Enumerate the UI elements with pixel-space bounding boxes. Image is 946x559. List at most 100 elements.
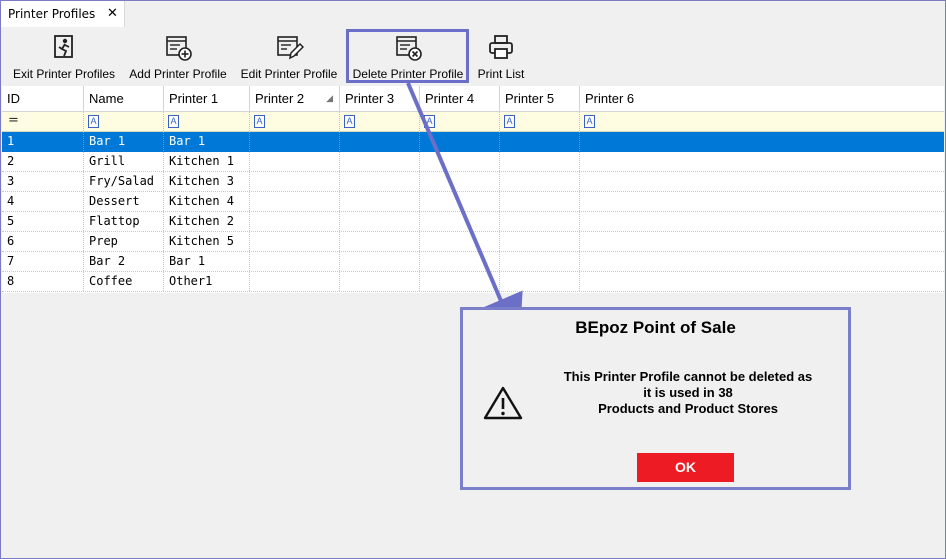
ok-button[interactable]: OK	[637, 453, 734, 482]
cell-printer-5[interactable]	[500, 132, 580, 151]
cell-name[interactable]: Flattop	[84, 212, 164, 231]
cell-printer-4[interactable]	[420, 192, 500, 211]
cell-printer-3[interactable]	[340, 232, 420, 251]
filter-cell-printer-5[interactable]: A	[500, 112, 580, 131]
text-filter-icon: A	[584, 115, 595, 128]
cell-printer-5[interactable]	[500, 212, 580, 231]
cell-printer-4[interactable]	[420, 272, 500, 291]
cell-name[interactable]: Bar 1	[84, 132, 164, 151]
cell-printer-5[interactable]	[500, 272, 580, 291]
filter-cell-printer-4[interactable]: A	[420, 112, 500, 131]
cell-id[interactable]: 3	[2, 172, 84, 191]
cell-id[interactable]: 5	[2, 212, 84, 231]
cell-name[interactable]: Bar 2	[84, 252, 164, 271]
cell-printer-3[interactable]	[340, 132, 420, 151]
cell-id[interactable]: 4	[2, 192, 84, 211]
cell-printer-5[interactable]	[500, 252, 580, 271]
cell-printer-6[interactable]	[580, 152, 944, 171]
close-icon[interactable]: ✕	[107, 6, 118, 21]
cell-printer-3[interactable]	[340, 212, 420, 231]
cell-name[interactable]: Coffee	[84, 272, 164, 291]
cell-printer-6[interactable]	[580, 232, 944, 251]
cell-name[interactable]: Grill	[84, 152, 164, 171]
cell-printer-2[interactable]	[250, 272, 340, 291]
cell-printer-2[interactable]	[250, 212, 340, 231]
cell-printer-2[interactable]	[250, 172, 340, 191]
filter-cell-printer-3[interactable]: A	[340, 112, 420, 131]
cell-printer-5[interactable]	[500, 152, 580, 171]
tab-printer-profiles[interactable]: Printer Profiles ✕	[1, 1, 125, 27]
equals-filter-icon: =	[8, 113, 19, 128]
cell-printer-5[interactable]	[500, 172, 580, 191]
filter-cell-printer-2[interactable]: A	[250, 112, 340, 131]
cell-printer-6[interactable]	[580, 132, 944, 151]
cell-printer-1[interactable]: Bar 1	[164, 132, 250, 151]
cell-printer-1[interactable]: Kitchen 1	[164, 152, 250, 171]
cell-printer-5[interactable]	[500, 232, 580, 251]
cell-printer-3[interactable]	[340, 192, 420, 211]
column-header-printer-6[interactable]: Printer 6	[580, 86, 944, 111]
cell-printer-2[interactable]	[250, 252, 340, 271]
table-row[interactable]: 4 Dessert Kitchen 4	[2, 192, 944, 212]
table-row[interactable]: 7 Bar 2 Bar 1	[2, 252, 944, 272]
cell-printer-2[interactable]	[250, 152, 340, 171]
table-row[interactable]: 5 Flattop Kitchen 2	[2, 212, 944, 232]
cell-printer-5[interactable]	[500, 192, 580, 211]
cell-printer-2[interactable]	[250, 232, 340, 251]
cell-id[interactable]: 6	[2, 232, 84, 251]
cell-printer-2[interactable]	[250, 192, 340, 211]
exit-icon	[54, 35, 73, 58]
cell-printer-6[interactable]	[580, 272, 944, 291]
cell-printer-4[interactable]	[420, 132, 500, 151]
table-row[interactable]: 1 Bar 1 Bar 1	[2, 132, 944, 152]
cell-printer-6[interactable]	[580, 212, 944, 231]
cell-printer-4[interactable]	[420, 152, 500, 171]
column-header-printer-3[interactable]: Printer 3	[340, 86, 420, 111]
cell-printer-1[interactable]: Other1	[164, 272, 250, 291]
cell-printer-6[interactable]	[580, 172, 944, 191]
filter-cell-id[interactable]: =	[2, 112, 84, 131]
add-printer-profile-button[interactable]: Add Printer Profile	[126, 28, 230, 83]
cell-printer-1[interactable]: Kitchen 4	[164, 192, 250, 211]
cell-name[interactable]: Dessert	[84, 192, 164, 211]
table-row[interactable]: 2 Grill Kitchen 1	[2, 152, 944, 172]
cell-printer-6[interactable]	[580, 192, 944, 211]
column-header-label: Printer 6	[585, 91, 635, 106]
cell-id[interactable]: 2	[2, 152, 84, 171]
cell-printer-4[interactable]	[420, 252, 500, 271]
cell-id[interactable]: 7	[2, 252, 84, 271]
exit-printer-profiles-button[interactable]: Exit Printer Profiles	[7, 28, 121, 83]
cell-printer-1[interactable]: Bar 1	[164, 252, 250, 271]
print-list-button[interactable]: Print List	[474, 28, 528, 83]
cell-id[interactable]: 8	[2, 272, 84, 291]
column-header-printer-4[interactable]: Printer 4	[420, 86, 500, 111]
cell-printer-1[interactable]: Kitchen 2	[164, 212, 250, 231]
cell-printer-1[interactable]: Kitchen 3	[164, 172, 250, 191]
column-header-label: Printer 3	[345, 91, 395, 106]
table-row[interactable]: 3 Fry/Salad Kitchen 3	[2, 172, 944, 192]
table-row[interactable]: 6 Prep Kitchen 5	[2, 232, 944, 252]
table-row[interactable]: 8 Coffee Other1	[2, 272, 944, 292]
cell-printer-3[interactable]	[340, 152, 420, 171]
cell-printer-6[interactable]	[580, 252, 944, 271]
cell-name[interactable]: Prep	[84, 232, 164, 251]
cell-id[interactable]: 1	[2, 132, 84, 151]
cell-printer-4[interactable]	[420, 172, 500, 191]
cell-printer-2[interactable]	[250, 132, 340, 151]
cell-printer-3[interactable]	[340, 172, 420, 191]
filter-cell-printer-6[interactable]: A	[580, 112, 944, 131]
column-header-name[interactable]: Name	[84, 86, 164, 111]
cell-printer-4[interactable]	[420, 232, 500, 251]
column-header-printer-2[interactable]: Printer 2 ◢	[250, 86, 340, 111]
filter-cell-name[interactable]: A	[84, 112, 164, 131]
cell-name[interactable]: Fry/Salad	[84, 172, 164, 191]
cell-printer-4[interactable]	[420, 212, 500, 231]
filter-cell-printer-1[interactable]: A	[164, 112, 250, 131]
column-header-printer-1[interactable]: Printer 1	[164, 86, 250, 111]
cell-printer-1[interactable]: Kitchen 5	[164, 232, 250, 251]
cell-printer-3[interactable]	[340, 272, 420, 291]
column-header-id[interactable]: ID	[2, 86, 84, 111]
edit-printer-profile-button[interactable]: Edit Printer Profile	[237, 28, 341, 83]
column-header-printer-5[interactable]: Printer 5	[500, 86, 580, 111]
cell-printer-3[interactable]	[340, 252, 420, 271]
